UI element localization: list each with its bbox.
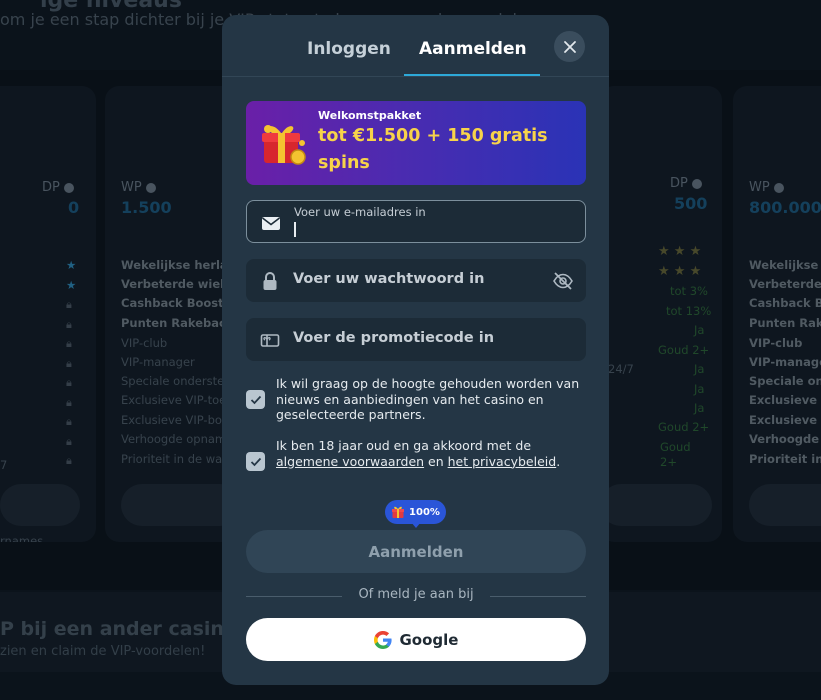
newsletter-consent-text: Ik wil graag op de hoogte gehouden worde… xyxy=(276,376,580,422)
divider-line xyxy=(490,596,586,597)
signup-modal: Inloggen Aanmelden Welkomstpakket tot €1… xyxy=(222,15,609,685)
promo-code-field[interactable]: Voer de promotiecode in xyxy=(246,318,586,361)
gift-icon xyxy=(392,506,405,518)
checkmark-icon xyxy=(250,395,261,404)
google-label: Google xyxy=(399,630,459,649)
progress-badge: 100% xyxy=(385,500,446,524)
or-divider: Of meld je aan bij xyxy=(246,587,586,605)
signup-submit-button[interactable]: Aanmelden xyxy=(246,530,586,573)
close-icon xyxy=(563,40,576,53)
password-placeholder: Voer uw wachtwoord in xyxy=(293,271,485,287)
terms-checkbox[interactable] xyxy=(246,452,265,471)
tab-signup[interactable]: Aanmelden xyxy=(419,39,527,59)
password-field[interactable]: Voer uw wachtwoord in xyxy=(246,259,586,302)
google-signup-button[interactable]: Google xyxy=(246,618,586,661)
tabs-divider xyxy=(222,76,609,77)
tab-login[interactable]: Inloggen xyxy=(307,39,391,59)
divider-text: Of meld je aan bij xyxy=(358,587,474,602)
email-field[interactable]: Voer uw e-mailadres in xyxy=(246,200,586,243)
email-field-label: Voer uw e-mailadres in xyxy=(294,205,426,219)
terms-text-start: Ik ben 18 jaar oud en ga akkoord met de xyxy=(276,438,532,453)
terms-text-mid: en xyxy=(424,453,448,469)
terms-link[interactable]: algemene voorwaarden xyxy=(276,454,424,469)
text-caret xyxy=(294,222,296,237)
close-button[interactable] xyxy=(554,31,585,62)
terms-text-end: . xyxy=(556,453,561,469)
gift-icon xyxy=(262,125,306,165)
eye-slash-icon[interactable] xyxy=(552,270,574,292)
terms-consent-text: Ik ben 18 jaar oud en ga akkoord met de … xyxy=(276,438,596,469)
badge-pointer xyxy=(411,522,421,528)
modal-tabs: Inloggen Aanmelden xyxy=(222,15,609,77)
welcome-banner: Welkomstpakket tot €1.500 + 150 gratis s… xyxy=(246,101,586,185)
privacy-policy-link[interactable]: het privacybeleid xyxy=(448,454,557,469)
lock-icon xyxy=(263,272,277,290)
progress-percent: 100% xyxy=(409,506,440,518)
banner-title: tot €1.500 + 150 gratis spins xyxy=(318,126,548,173)
google-icon xyxy=(373,630,392,649)
gift-card-icon xyxy=(260,334,280,347)
promo-placeholder: Voer de promotiecode in xyxy=(293,330,495,346)
banner-subtitle: Welkomstpakket xyxy=(318,109,422,122)
envelope-icon xyxy=(262,217,280,230)
newsletter-checkbox[interactable] xyxy=(246,390,265,409)
checkmark-icon xyxy=(250,457,261,466)
